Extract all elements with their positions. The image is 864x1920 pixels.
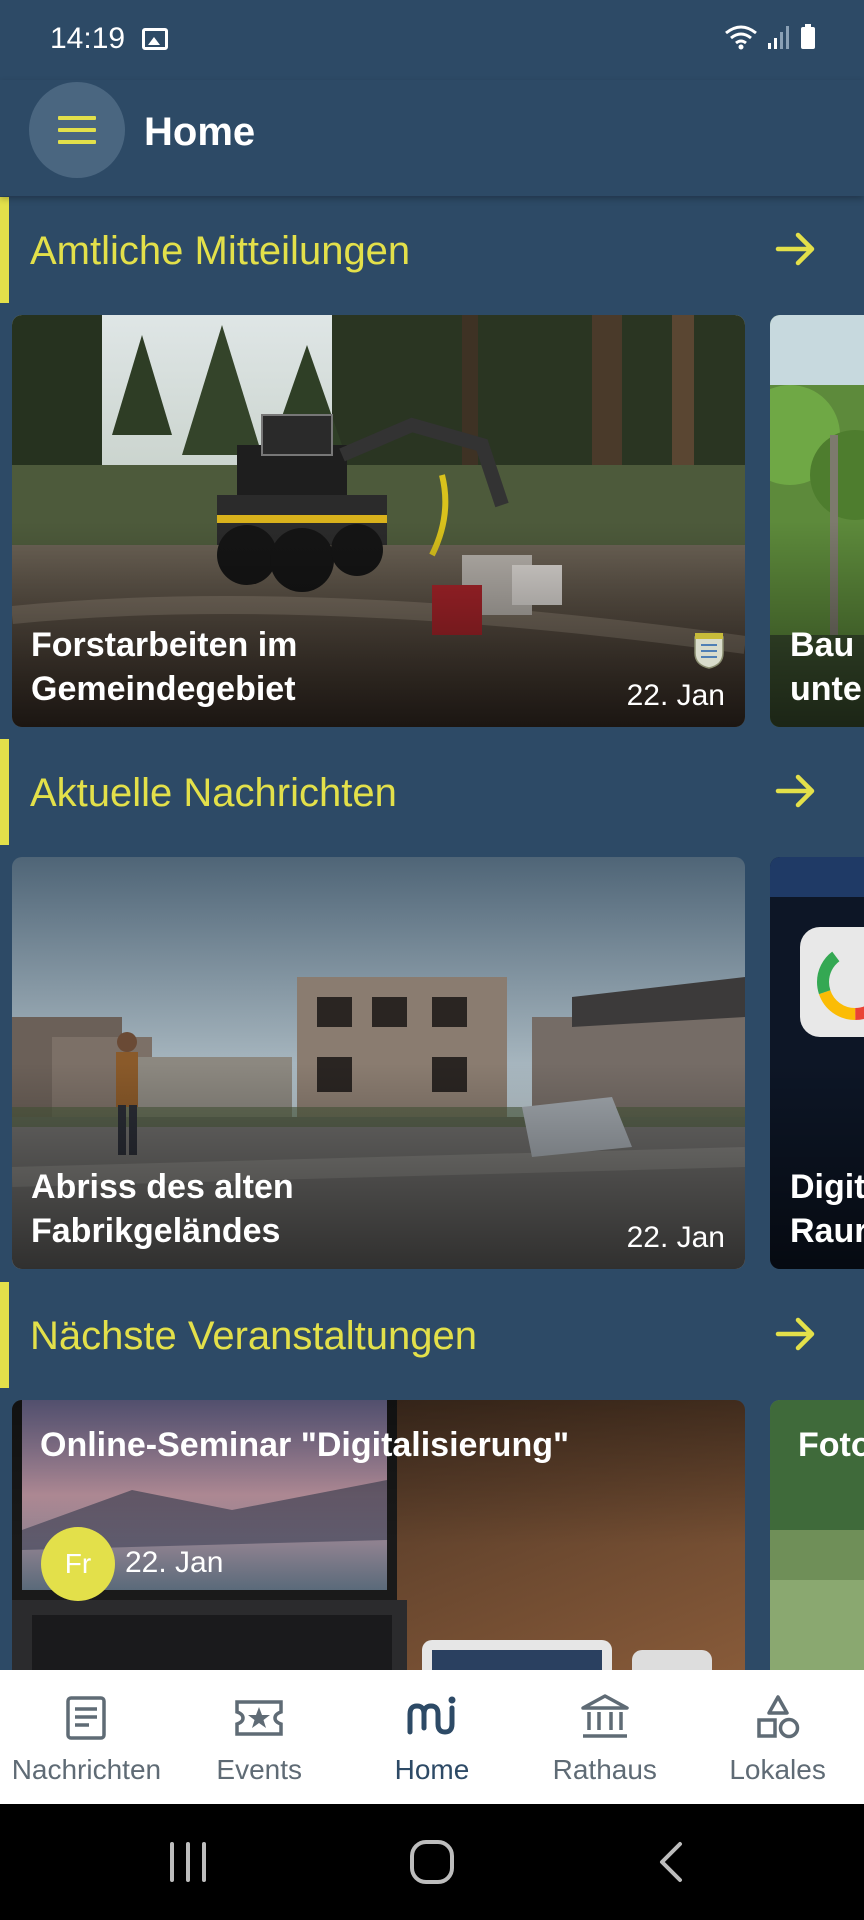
nav-label: Nachrichten: [11, 1754, 162, 1785]
section-accent-bar: [0, 197, 9, 303]
card-title: Bau unte: [790, 626, 862, 708]
weekday-badge: Fr: [41, 1527, 115, 1601]
menu-button[interactable]: [29, 82, 125, 178]
section-current-news: Aktuelle Nachrichten: [0, 739, 864, 845]
nav-item-nachrichten[interactable]: Nachrichten: [0, 1670, 173, 1804]
crest-icon: [694, 633, 724, 669]
app-bar: Home: [0, 80, 864, 196]
section-upcoming-events: Nächste Veranstaltungen: [0, 1282, 864, 1388]
section-title: Amtliche Mitteilungen: [30, 229, 411, 273]
battery-icon: [800, 24, 816, 50]
event-title: Foto: [798, 1426, 864, 1464]
section-header[interactable]: Amtliche Mitteilungen: [0, 197, 864, 303]
recent-apps-icon[interactable]: [158, 1834, 218, 1890]
card-title: Abriss des alten Fabrikgeländes: [31, 1168, 294, 1250]
news-card[interactable]: Forstarbeiten im Gemeindegebiet 22. Jan: [12, 315, 745, 727]
nav-label: Home: [394, 1754, 470, 1785]
local-icon: [756, 1695, 799, 1739]
news-card-peek[interactable]: Bau unte: [770, 315, 864, 727]
town-hall-icon: [581, 1694, 629, 1738]
wifi-icon: [724, 24, 758, 50]
arrow-right-icon[interactable]: [774, 227, 818, 271]
nav-item-rathaus[interactable]: Rathaus: [518, 1670, 691, 1804]
gallery-notification-icon: [142, 28, 168, 50]
bottom-navigation: Nachrichten Events Home Rathaus Lokales: [0, 1670, 864, 1804]
nav-label: Lokales: [729, 1754, 826, 1785]
nav-item-events[interactable]: Events: [173, 1670, 346, 1804]
event-date: 22. Jan: [125, 1546, 224, 1579]
system-navigation-bar: [0, 1804, 864, 1920]
section-official-notices: Amtliche Mitteilungen: [0, 197, 864, 303]
back-icon[interactable]: [642, 1834, 702, 1890]
section-title: Nächste Veranstaltungen: [30, 1314, 477, 1358]
section-accent-bar: [0, 1282, 9, 1388]
nav-label: Events: [216, 1754, 302, 1785]
arrow-right-icon[interactable]: [774, 769, 818, 813]
section-header[interactable]: Nächste Veranstaltungen: [0, 1282, 864, 1388]
nav-item-lokales[interactable]: Lokales: [691, 1670, 864, 1804]
event-title: Online-Seminar "Digitalisierung": [40, 1426, 570, 1464]
status-icons: [724, 24, 816, 50]
card-date: 22. Jan: [626, 1221, 725, 1254]
hamburger-icon: [58, 116, 96, 144]
section-accent-bar: [0, 739, 9, 845]
status-bar: 14:19: [0, 0, 864, 80]
card-title: Digit Raur: [790, 1168, 864, 1250]
event-card-peek[interactable]: Foto: [770, 1400, 864, 1690]
signal-icon: [768, 25, 790, 49]
events-icon: [235, 1700, 283, 1736]
home-logo-icon: [407, 1696, 456, 1735]
news-card-peek[interactable]: Digit Raur: [770, 857, 864, 1269]
arrow-right-icon[interactable]: [774, 1312, 818, 1356]
nav-label: Rathaus: [552, 1754, 657, 1785]
page-title: Home: [144, 110, 256, 154]
card-title: Forstarbeiten im Gemeindegebiet: [31, 626, 298, 708]
status-time: 14:19: [50, 22, 126, 55]
card-date: 22. Jan: [626, 679, 725, 712]
news-icon: [66, 1696, 107, 1740]
section-title: Aktuelle Nachrichten: [30, 771, 397, 815]
section-header[interactable]: Aktuelle Nachrichten: [0, 739, 864, 845]
news-card[interactable]: Abriss des alten Fabrikgeländes 22. Jan: [12, 857, 745, 1269]
event-card[interactable]: Online-Seminar "Digitalisierung" Fr 22. …: [12, 1400, 745, 1690]
home-system-icon[interactable]: [402, 1834, 462, 1890]
nav-item-home[interactable]: Home: [346, 1670, 519, 1804]
